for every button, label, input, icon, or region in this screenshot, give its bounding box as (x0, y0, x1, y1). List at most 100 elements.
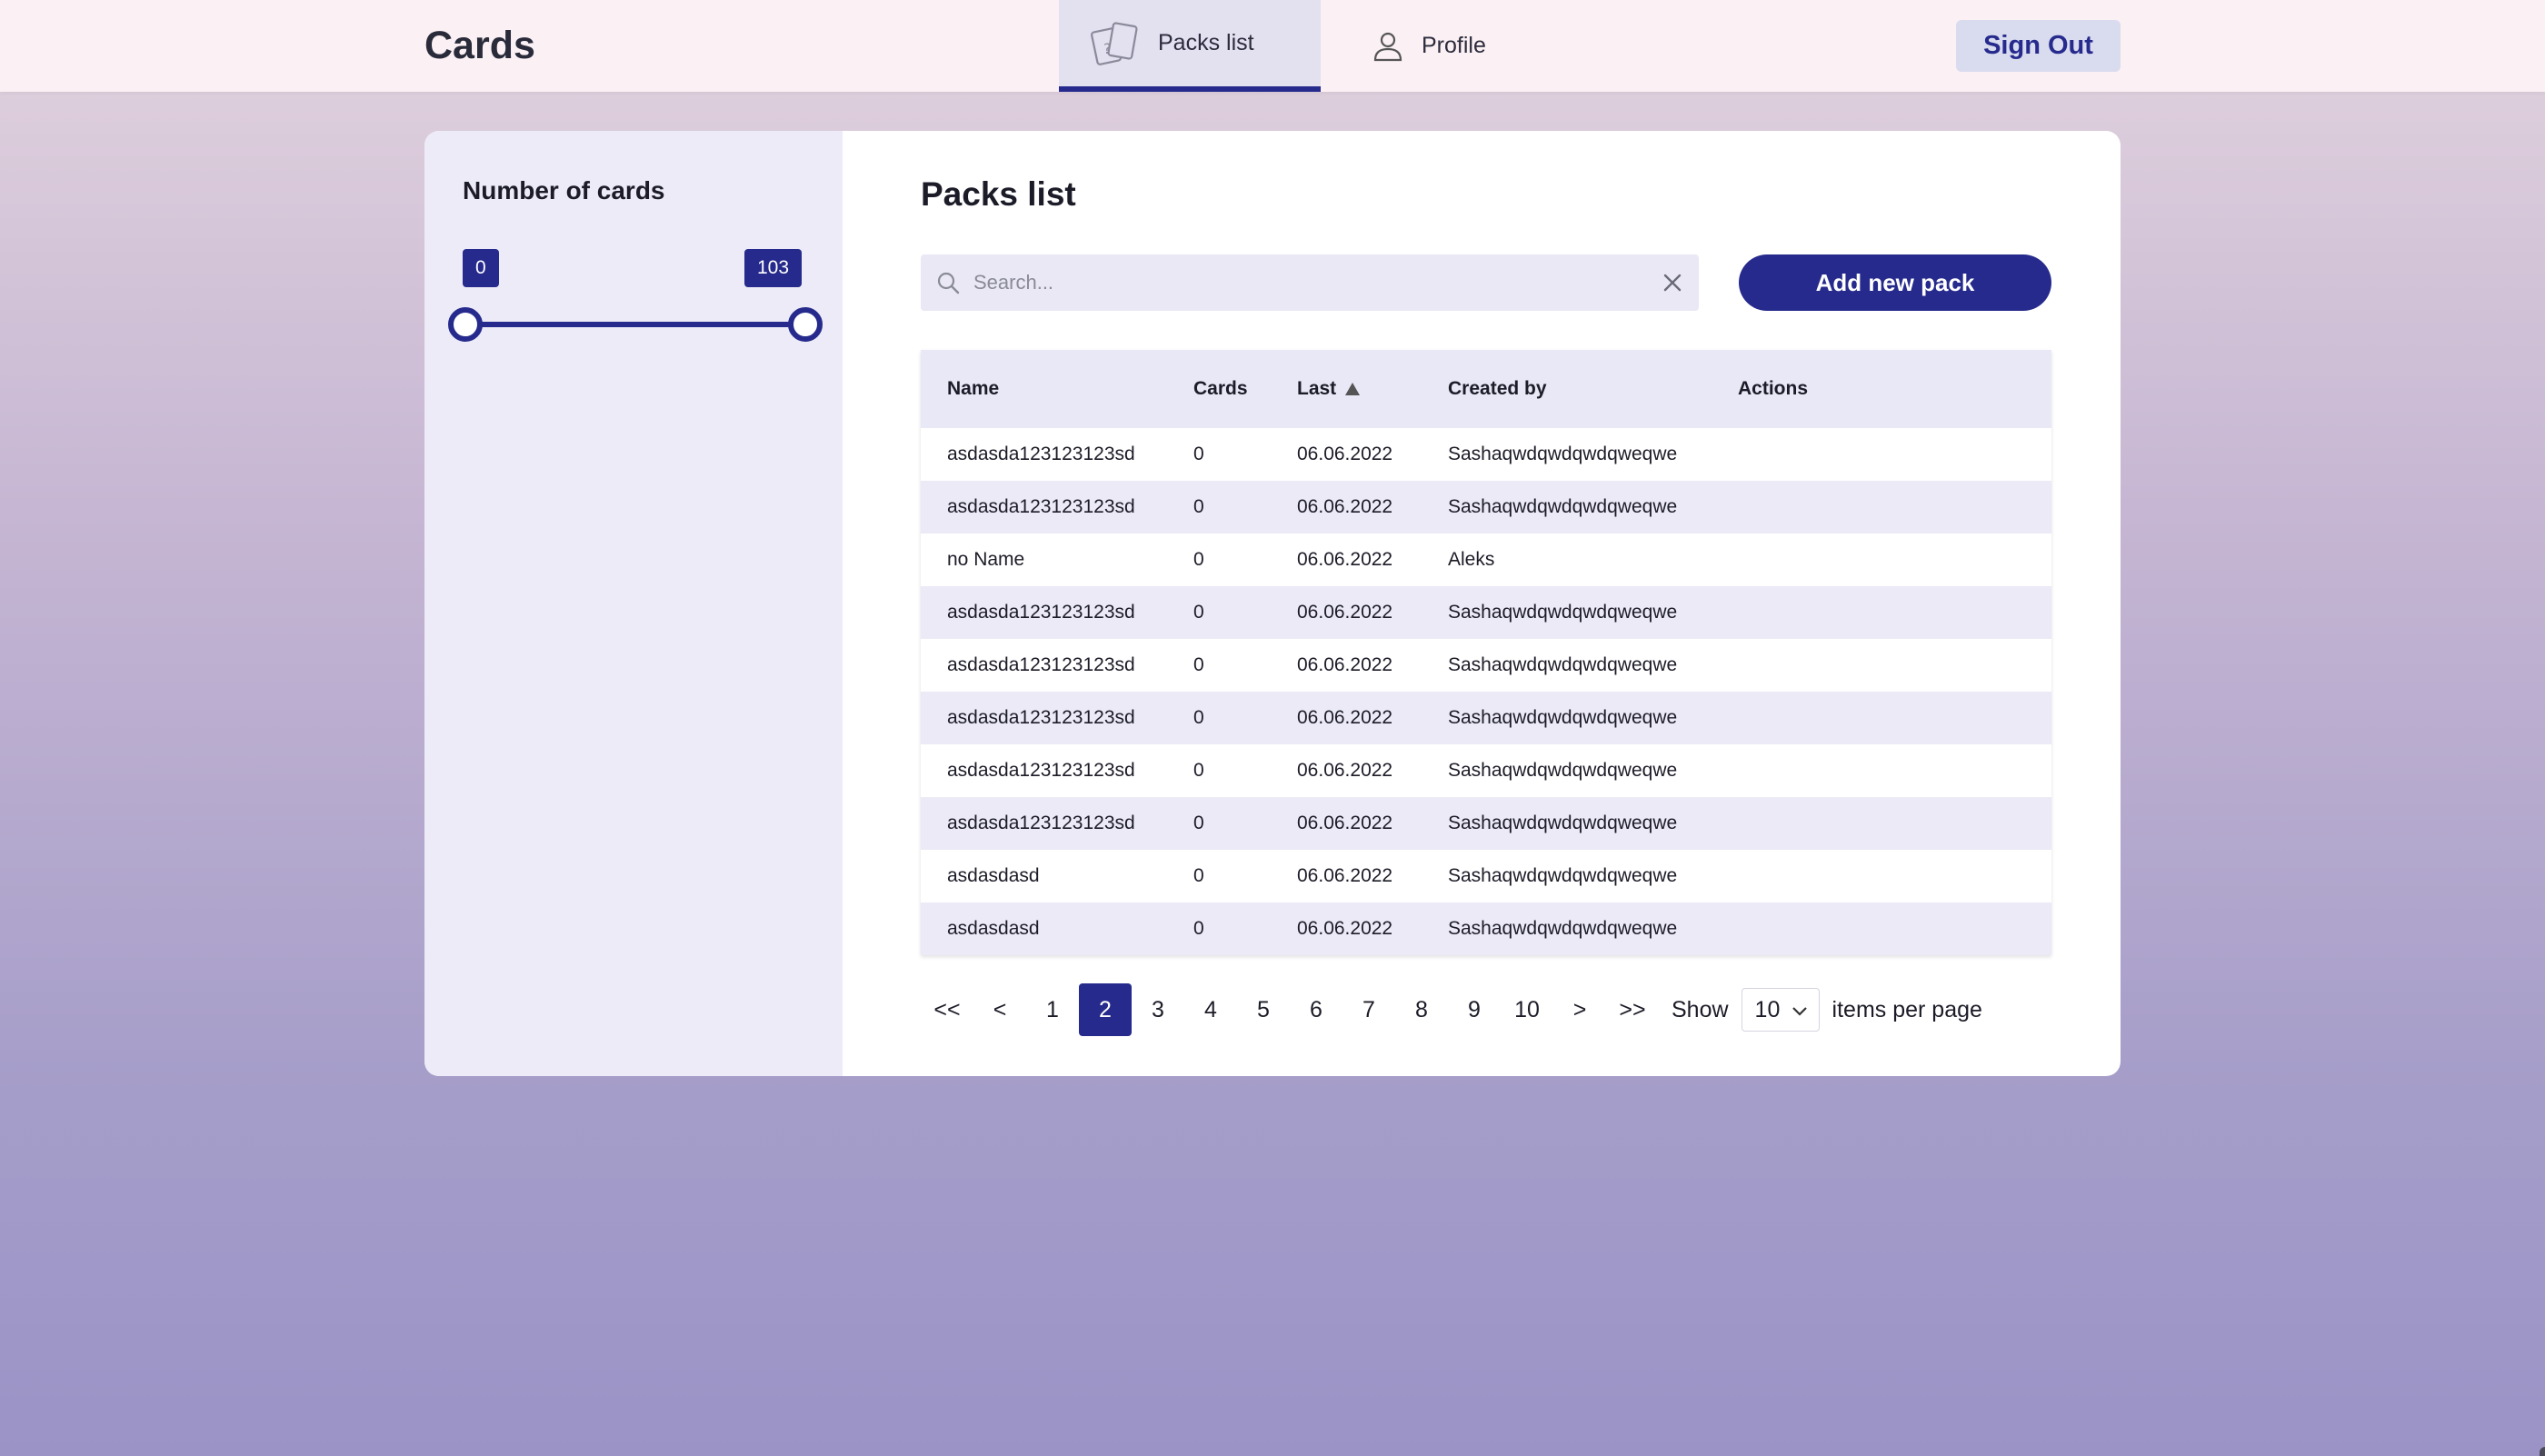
cell-name: asdasdasd (947, 918, 1040, 939)
column-header-created-by[interactable]: Created by (1448, 378, 1738, 400)
cell-last: 06.06.2022 (1297, 813, 1393, 833)
clear-icon[interactable] (1662, 273, 1682, 293)
cell-created-by: Sashaqwdqwdqwdqweqwe (1448, 444, 1678, 464)
cell-created-by: Sashaqwdqwdqwdqweqwe (1448, 707, 1678, 728)
cell-created-by: Sashaqwdqwdqwdqweqwe (1448, 602, 1678, 623)
cell-cards: 0 (1193, 707, 1204, 728)
column-header-cards[interactable]: Cards (1193, 378, 1297, 400)
page-button-10[interactable]: 10 (1501, 983, 1553, 1036)
cards-icon: ? (1089, 21, 1142, 66)
cell-cards: 0 (1193, 865, 1204, 886)
table-row[interactable]: asdasda123123123sd 0 06.06.2022 Sashaqwdqwd… (921, 797, 2051, 850)
page-numbers: 1 2 3 4 5 6 7 8 9 10 (1026, 983, 1553, 1036)
tab-profile[interactable]: Profile (1354, 0, 1572, 92)
cell-name: asdasda123123123sd (947, 496, 1135, 517)
cell-last: 06.06.2022 (1297, 760, 1393, 781)
last-page-button[interactable]: >> (1606, 983, 1659, 1036)
cell-last: 06.06.2022 (1297, 707, 1393, 728)
cell-name: asdasda123123123sd (947, 707, 1135, 728)
cell-created-by: Sashaqwdqwdqwdqweqwe (1448, 918, 1678, 939)
table-header: Name Cards Last Created by Actions (921, 350, 2051, 428)
range-min-handle[interactable] (448, 307, 483, 342)
page-button-3[interactable]: 3 (1132, 983, 1184, 1036)
scroll-corner (2540, 1447, 2545, 1456)
table-row[interactable]: asdasda123123123sd 0 06.06.2022 Sashaqwdqwd… (921, 692, 2051, 744)
first-page-button[interactable]: << (921, 983, 973, 1036)
cell-name: asdasda123123123sd (947, 654, 1135, 675)
page-button-5[interactable]: 5 (1237, 983, 1290, 1036)
sort-up-icon[interactable] (1343, 381, 1362, 397)
page-button-2[interactable]: 2 (1079, 983, 1132, 1036)
search-input[interactable] (972, 254, 1662, 312)
cell-name: asdasda123123123sd (947, 760, 1135, 781)
search-icon (935, 270, 961, 295)
items-per-page-select[interactable]: 10 (1741, 988, 1820, 1032)
cell-name: asdasda123123123sd (947, 813, 1135, 833)
cell-name: asdasda123123123sd (947, 602, 1135, 623)
svg-text:?: ? (1103, 40, 1112, 57)
table-row[interactable]: asdasdasd 0 06.06.2022 Sashaqwdqwdqwdqweqwe (921, 850, 2051, 903)
column-header-last-label: Last (1297, 378, 1337, 399)
cell-cards: 0 (1193, 602, 1204, 623)
cell-last: 06.06.2022 (1297, 918, 1393, 939)
cell-cards: 0 (1193, 444, 1204, 464)
add-new-pack-button[interactable]: Add new pack (1739, 254, 2051, 311)
table-row[interactable]: asdasda123123123sd 0 06.06.2022 Sashaqwdqwd… (921, 481, 2051, 534)
table-row[interactable]: asdasda123123123sd 0 06.06.2022 Sashaqwdqwd… (921, 586, 2051, 639)
tab-profile-label: Profile (1422, 33, 1486, 58)
cell-cards: 0 (1193, 918, 1204, 939)
next-page-button[interactable]: > (1553, 983, 1606, 1036)
page-button-6[interactable]: 6 (1290, 983, 1342, 1036)
column-header-name[interactable]: Name (921, 378, 1193, 400)
range-max-handle[interactable] (788, 307, 823, 342)
app-brand: Cards (424, 24, 535, 67)
column-header-last[interactable]: Last (1297, 378, 1448, 400)
number-of-cards-title: Number of cards (463, 176, 665, 204)
cell-last: 06.06.2022 (1297, 549, 1393, 570)
page-button-9[interactable]: 9 (1448, 983, 1501, 1036)
column-header-actions: Actions (1738, 378, 1809, 399)
user-icon (1371, 29, 1405, 64)
cell-name: no Name (947, 549, 1025, 570)
cell-name: asdasdasd (947, 865, 1040, 886)
cell-name: asdasda123123123sd (947, 444, 1135, 464)
packs-main: Packs list Add new pack Name Cards (843, 131, 2121, 1076)
items-per-page-label: items per page (1831, 996, 1982, 1022)
filter-sidebar: Number of cards 0 103 (424, 131, 843, 1076)
table-row[interactable]: asdasda123123123sd 0 06.06.2022 Sashaqwdqwd… (921, 639, 2051, 692)
cell-last: 06.06.2022 (1297, 865, 1393, 886)
table-row[interactable]: asdasda123123123sd 0 06.06.2022 Sashaqwdqwd… (921, 744, 2051, 797)
table-row[interactable]: asdasdasd 0 06.06.2022 Sashaqwdqwdqwdqweqwe (921, 903, 2051, 955)
tab-packs-list[interactable]: ? Packs list (1059, 0, 1321, 92)
cell-cards: 0 (1193, 496, 1204, 517)
table-row[interactable]: no Name 0 06.06.2022 Aleks (921, 534, 2051, 586)
cell-created-by: Sashaqwdqwdqwdqweqwe (1448, 760, 1678, 781)
cell-cards: 0 (1193, 813, 1204, 833)
show-label: Show (1672, 996, 1729, 1022)
cell-last: 06.06.2022 (1297, 654, 1393, 675)
sign-out-button[interactable]: Sign Out (1956, 20, 2121, 72)
items-per-page-value: 10 (1754, 996, 1781, 1022)
chevron-down-icon (1791, 997, 1808, 1023)
cell-created-by: Sashaqwdqwdqwdqweqwe (1448, 865, 1678, 886)
cell-last: 06.06.2022 (1297, 444, 1393, 464)
prev-page-button[interactable]: < (973, 983, 1026, 1036)
page-button-1[interactable]: 1 (1026, 983, 1079, 1036)
page-button-7[interactable]: 7 (1342, 983, 1395, 1036)
cell-last: 06.06.2022 (1297, 602, 1393, 623)
page-button-4[interactable]: 4 (1184, 983, 1237, 1036)
top-bar: Cards ? Packs list Profile Sign Out (0, 0, 2545, 92)
cell-created-by: Sashaqwdqwdqwdqweqwe (1448, 496, 1678, 517)
cell-cards: 0 (1193, 549, 1204, 570)
table-body: asdasda123123123sd 0 06.06.2022 Sashaqwdqwd… (921, 428, 2051, 955)
packs-panel: Number of cards 0 103 Packs list Ad (424, 131, 2121, 1076)
table-row[interactable]: asdasda123123123sd 0 06.06.2022 Sashaqwdqwd… (921, 428, 2051, 481)
cell-last: 06.06.2022 (1297, 496, 1393, 517)
tab-packs-list-label: Packs list (1158, 30, 1254, 55)
range-slider-track[interactable] (463, 322, 803, 327)
pagination: << < 1 2 3 4 5 6 7 8 9 10 > >> Show 10 items per … (921, 983, 1982, 1036)
range-max-badge: 103 (744, 249, 803, 287)
cell-created-by: Sashaqwdqwdqwdqweqwe (1448, 813, 1678, 833)
cell-cards: 0 (1193, 654, 1204, 675)
page-button-8[interactable]: 8 (1395, 983, 1448, 1036)
